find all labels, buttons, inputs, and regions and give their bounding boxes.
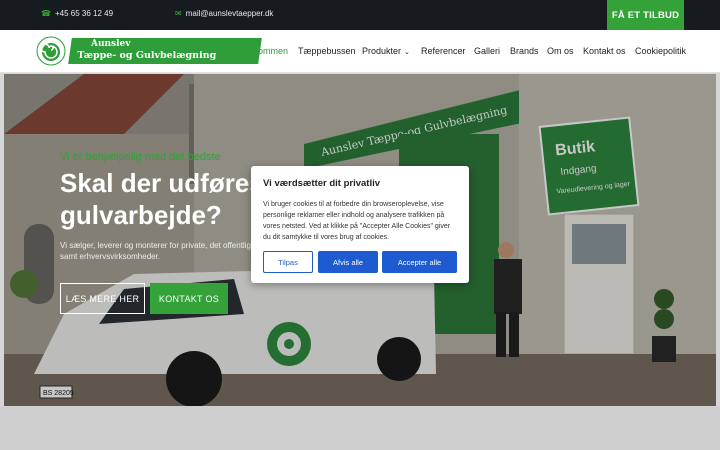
cookie-dialog-body: Vi bruger cookies til at forbedre din br…: [263, 201, 451, 241]
nav-item-referencer[interactable]: Referencer: [421, 46, 466, 56]
nav-item-brands[interactable]: Brands: [510, 46, 539, 56]
cookie-reject-all-button[interactable]: Afvis alle: [318, 251, 378, 273]
hero-subtitle: Vi er behjælpelig med det bedste: [60, 151, 221, 163]
nav-item-produkter[interactable]: Produkter ⌄: [362, 46, 410, 56]
phone-number[interactable]: +45 65 36 12 49: [55, 9, 113, 18]
logo-banner: Aunslev Tæppe- og Gulvbelægning: [68, 38, 262, 64]
email-contact[interactable]: ✉ mail@aunslevtaepper.dk: [175, 9, 273, 18]
logo-line2: Tæppe- og Gulvbelægning: [77, 50, 217, 61]
nav-item-galleri[interactable]: Galleri: [474, 46, 500, 56]
phone-contact[interactable]: ☎ +45 65 36 12 49: [41, 9, 113, 18]
logo-line1: Aunslev: [90, 39, 131, 49]
site-logo[interactable]: Aunslev Tæppe- og Gulvbelægning: [36, 36, 262, 68]
envelope-icon: ✉: [175, 9, 182, 18]
nav-item-cookiepolitik[interactable]: Cookiepolitik: [635, 46, 686, 56]
nav-item-produkter-label: Produkter: [362, 46, 402, 56]
cookie-consent-dialog: Vi værdsætter dit privatliv Vi bruger co…: [251, 166, 469, 283]
nav-item-om-os[interactable]: Om os: [547, 46, 574, 56]
get-quote-button[interactable]: FÅ ET TILBUD: [607, 0, 684, 30]
nav-item-kontakt-os[interactable]: Kontakt os: [583, 46, 626, 56]
phone-icon: ☎: [41, 9, 51, 18]
nav-item-taeppebussen[interactable]: Tæppebussen: [298, 46, 356, 56]
read-more-button[interactable]: LÆS MERE HER: [60, 283, 145, 314]
cookie-dialog-title: Vi værdsætter dit privatliv: [263, 178, 381, 189]
chevron-down-icon: ⌄: [404, 49, 410, 56]
nav-item-velkommen[interactable]: Velkommen: [241, 46, 288, 56]
contact-us-button[interactable]: KONTAKT OS: [150, 283, 228, 314]
top-bar: ☎ +45 65 36 12 49 ✉ mail@aunslevtaepper.…: [0, 0, 720, 30]
email-address[interactable]: mail@aunslevtaepper.dk: [186, 9, 274, 18]
cookie-accept-all-button[interactable]: Accepter alle: [382, 251, 457, 273]
cookie-customize-button[interactable]: Tilpas: [263, 251, 313, 273]
below-hero-section: [0, 406, 720, 450]
cookie-button-row: Tilpas Afvis alle Accepter alle: [263, 251, 457, 273]
spiral-logo-icon: [36, 36, 66, 66]
